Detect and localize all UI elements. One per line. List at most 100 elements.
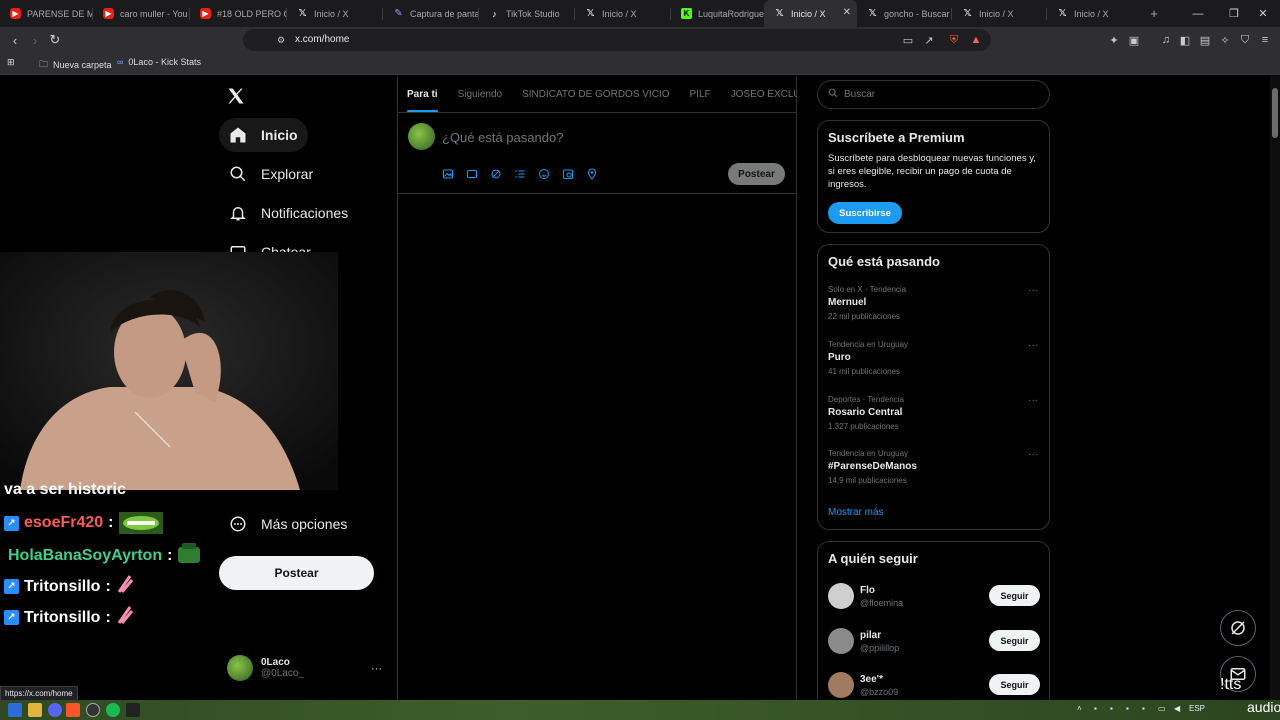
follow-button[interactable]: Seguir xyxy=(989,585,1040,606)
browser-tab[interactable]: ♪ TikTok Studio xyxy=(479,0,574,27)
bookmark-kick-stats[interactable]: ∞ 0Laco - Kick Stats xyxy=(117,57,201,67)
trend-more-icon[interactable]: ··· xyxy=(1028,340,1038,351)
account-more-icon[interactable]: ··· xyxy=(371,663,382,675)
browser-tab[interactable]: ▶PARENSE DE MA xyxy=(0,0,92,27)
browser-tab[interactable]: 𝕏 Inicio / X xyxy=(287,0,382,27)
tab-sindicato[interactable]: SINDICATO DE GORDOS VICIO xyxy=(512,76,679,112)
language-indicator[interactable]: ESP xyxy=(1189,704,1205,713)
location-icon[interactable] xyxy=(585,167,599,181)
trend-more-icon[interactable]: ··· xyxy=(1028,449,1038,460)
reload-icon[interactable]: ↻ xyxy=(45,27,65,53)
gif-icon[interactable] xyxy=(465,167,479,181)
nav-explore[interactable]: Explorar xyxy=(219,157,323,191)
site-info-icon[interactable]: ⚙ xyxy=(272,31,290,49)
account-switcher[interactable]: 0Laco @0Laco_ xyxy=(227,655,304,681)
follow-suggestion[interactable]: pilar @ppilillop Seguir xyxy=(828,626,1040,656)
forward-icon[interactable]: › xyxy=(25,27,45,53)
share-icon[interactable]: ↗ xyxy=(920,31,938,49)
terminal-icon[interactable] xyxy=(126,703,140,717)
discord-icon[interactable] xyxy=(48,703,62,717)
menu-icon[interactable]: ≡ xyxy=(1256,31,1274,49)
screenshot-icon[interactable]: ▣ xyxy=(1125,31,1143,49)
browser-tab-active[interactable]: 𝕏 Inicio / X ✕ xyxy=(764,0,857,27)
volume-icon[interactable]: ◀ xyxy=(1174,704,1180,713)
composer-post-button[interactable]: Postear xyxy=(728,163,785,185)
brave-shield-icon[interactable]: ⛨ xyxy=(945,31,963,49)
subscribe-button[interactable]: Suscribirse xyxy=(828,202,902,224)
tray-chevron-icon[interactable]: ˄ xyxy=(1077,704,1082,713)
tray-app-icon[interactable]: ▪ xyxy=(1142,704,1145,713)
network-icon[interactable]: ▭ xyxy=(1158,704,1166,713)
x-icon: 𝕏 xyxy=(963,8,972,19)
tiktok-icon: ♪ xyxy=(492,8,497,19)
follow-suggestion[interactable]: 3ee'* @bzzo09 Seguir xyxy=(828,670,1040,700)
schedule-icon[interactable] xyxy=(561,167,575,181)
url-input[interactable] xyxy=(243,29,991,51)
trend-item[interactable]: Tendencia en Uruguay #ParenseDeManos 14,… xyxy=(828,449,1038,485)
browser-tab[interactable]: K LuquitaRodrigue xyxy=(671,0,764,27)
new-tab-icon[interactable]: + xyxy=(1143,6,1165,21)
grok-icon[interactable] xyxy=(489,167,503,181)
kick-icon: K xyxy=(681,8,692,19)
minimize-icon[interactable]: — xyxy=(1181,0,1215,27)
cast-icon[interactable]: ▭ xyxy=(899,31,917,49)
browser-tab[interactable]: 𝕏 Inicio / X xyxy=(575,0,670,27)
obs-icon[interactable] xyxy=(86,703,100,717)
back-icon[interactable]: ‹ xyxy=(5,27,25,53)
brave-icon[interactable] xyxy=(66,703,80,717)
browser-tab[interactable]: ✎ Captura de panta xyxy=(383,0,478,27)
tab-joseo[interactable]: JOSEO EXCLUSI xyxy=(721,76,797,112)
tab-bar: ▶PARENSE DE MA ▶caro muller - You ▶#18 O… xyxy=(0,0,1280,27)
apps-icon[interactable]: ⊞ xyxy=(7,57,15,68)
bookmark-folder[interactable]: 🗀 Nueva carpeta xyxy=(39,57,112,73)
tray-app-icon[interactable]: ▪ xyxy=(1126,704,1129,713)
trend-item[interactable]: Deportes · Tendencia Rosario Central 1.3… xyxy=(828,395,1038,431)
browser-tab[interactable]: 𝕏 Inicio / X xyxy=(1047,0,1139,27)
sidebar-toggle-icon[interactable]: ◧ xyxy=(1176,31,1194,49)
browser-tab[interactable]: 𝕏goncho - Buscar xyxy=(857,0,951,27)
tab-pilf[interactable]: PILF xyxy=(680,76,721,112)
follow-suggestion[interactable]: Flo @floemina Seguir xyxy=(828,581,1040,611)
scroll-thumb[interactable] xyxy=(1272,88,1278,138)
follow-button[interactable]: Seguir xyxy=(989,674,1040,695)
search-icon xyxy=(828,88,838,101)
extensions-icon[interactable]: ✦ xyxy=(1105,31,1123,49)
nav-home[interactable]: Inicio xyxy=(219,118,308,152)
spotify-icon[interactable] xyxy=(106,703,120,717)
browser-tab[interactable]: ▶ caro muller - You xyxy=(93,0,189,27)
tray-app-icon[interactable]: ▪ xyxy=(1110,704,1113,713)
wallet-icon[interactable]: ▤ xyxy=(1196,31,1214,49)
nav-notifications[interactable]: Notificaciones xyxy=(219,196,358,230)
tab-siguiendo[interactable]: Siguiendo xyxy=(448,76,512,112)
trend-more-icon[interactable]: ··· xyxy=(1028,285,1038,296)
search-input[interactable]: Buscar xyxy=(817,80,1050,109)
leo-ai-icon[interactable]: ✧ xyxy=(1216,31,1234,49)
show-more-link[interactable]: Mostrar más xyxy=(828,507,884,518)
emoji-icon[interactable] xyxy=(537,167,551,181)
trend-item[interactable]: Tendencia en Uruguay Puro 41 mil publica… xyxy=(828,340,1038,376)
grok-float-icon[interactable] xyxy=(1220,610,1256,646)
image-icon[interactable] xyxy=(441,167,455,181)
post-button[interactable]: Postear xyxy=(219,556,374,590)
x-icon: 𝕏 xyxy=(298,8,307,19)
chat-message: HolaBanaSoyAyrton : xyxy=(8,543,201,568)
trend-item[interactable]: Solo en X · Tendencia Mernuel 22 mil pub… xyxy=(828,285,1038,321)
browser-tab[interactable]: 𝕏 Inicio / X xyxy=(952,0,1046,27)
brave-rewards-icon[interactable]: ▲ xyxy=(967,31,985,49)
file-explorer-icon[interactable] xyxy=(28,703,42,717)
follow-button[interactable]: Seguir xyxy=(989,630,1040,651)
vpn-icon[interactable]: ⛉ xyxy=(1236,31,1254,49)
x-logo-icon[interactable] xyxy=(226,86,246,106)
nav-more-options[interactable]: Más opciones xyxy=(219,507,357,541)
media-icon[interactable]: ♫ xyxy=(1157,31,1175,49)
composer-input[interactable]: ¿Qué está pasando? xyxy=(442,130,563,145)
scrollbar[interactable] xyxy=(1270,76,1280,700)
close-tab-icon[interactable]: ✕ xyxy=(843,7,851,18)
close-window-icon[interactable]: ✕ xyxy=(1246,0,1280,27)
tray-app-icon[interactable]: ▪ xyxy=(1094,704,1097,713)
browser-tab[interactable]: ▶ #18 OLD PERO G xyxy=(190,0,286,27)
trend-more-icon[interactable]: ··· xyxy=(1028,395,1038,406)
tab-para-ti[interactable]: Para ti xyxy=(397,76,448,112)
poll-icon[interactable] xyxy=(513,167,527,181)
start-icon[interactable] xyxy=(8,703,22,717)
